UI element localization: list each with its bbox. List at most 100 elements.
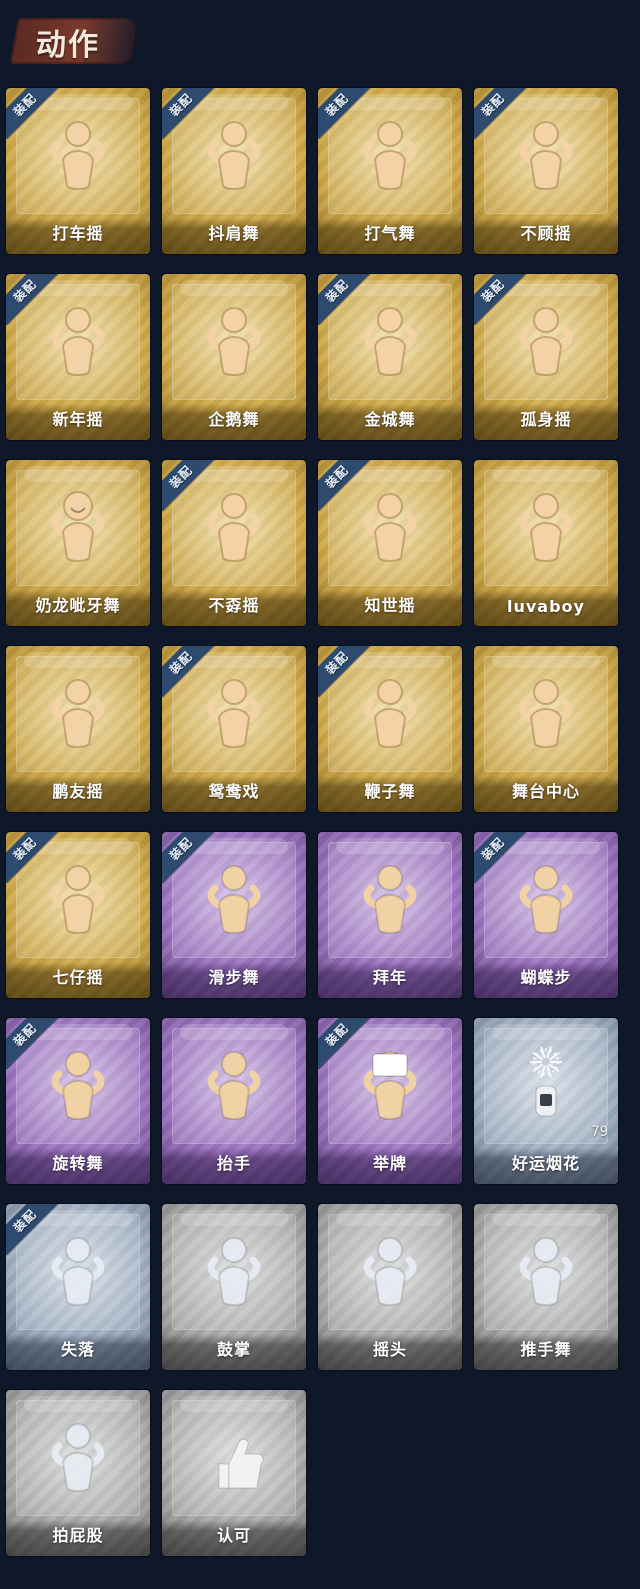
- emote-icon-wrap: [199, 116, 269, 194]
- emote-icon-wrap: [43, 1418, 113, 1496]
- emote-name: 知世摇: [364, 596, 416, 615]
- pose-dance-icon: [363, 493, 417, 562]
- emote-card[interactable]: 鸳鸯戏 装配: [162, 646, 306, 812]
- emote-card[interactable]: 蝴蝶步 装配: [474, 832, 618, 998]
- emote-name: 举牌: [372, 1154, 407, 1173]
- emote-name: 好运烟花: [511, 1154, 580, 1173]
- kneel-icon: [51, 1237, 105, 1306]
- emote-icon-wrap: [511, 860, 581, 938]
- emote-name: 奶龙呲牙舞: [35, 596, 121, 615]
- emote-name: 不孬摇: [208, 596, 260, 615]
- emote-card[interactable]: luvaboy: [474, 460, 618, 626]
- emote-card[interactable]: 企鹅舞: [162, 274, 306, 440]
- pose-dance-icon: [51, 121, 105, 190]
- emote-name: 认可: [216, 1526, 251, 1545]
- emote-name: 拜年: [372, 968, 407, 987]
- emote-icon-wrap: [355, 302, 425, 380]
- emote-card[interactable]: 金城舞 装配: [318, 274, 462, 440]
- section-header: 动作: [6, 6, 139, 72]
- emote-card[interactable]: 舞台中心: [474, 646, 618, 812]
- emote-icon-wrap: [511, 1232, 581, 1310]
- emote-name: 金城舞: [364, 410, 416, 429]
- pose-dance-icon: [207, 493, 261, 562]
- pose-dance-icon: [519, 121, 573, 190]
- emote-icon-wrap: [43, 1046, 113, 1124]
- emote-card[interactable]: 不顾摇 装配: [474, 88, 618, 254]
- emote-card[interactable]: 滑步舞 装配: [162, 832, 306, 998]
- emote-icon-wrap: [43, 488, 113, 566]
- emote-name: 七仔摇: [52, 968, 104, 987]
- emote-name: 不顾摇: [520, 224, 572, 243]
- butt-slap-icon: [51, 1423, 105, 1492]
- pose-dance-icon: [519, 679, 573, 748]
- emote-name: 鹏友摇: [52, 782, 104, 801]
- emote-card[interactable]: 拍屁股: [6, 1390, 150, 1556]
- emote-card[interactable]: 拜年: [318, 832, 462, 998]
- emote-card[interactable]: 鼓掌: [162, 1204, 306, 1370]
- emote-name: 新年摇: [52, 410, 104, 429]
- pose-dance-icon: [363, 679, 417, 748]
- emote-icon-wrap: [199, 1046, 269, 1124]
- emote-card[interactable]: 旋转舞 装配: [6, 1018, 150, 1184]
- emote-name: 蝴蝶步: [520, 968, 572, 987]
- emote-icon-wrap: [355, 674, 425, 752]
- emote-icon-wrap: [43, 860, 113, 938]
- emote-name: 打车摇: [52, 224, 104, 243]
- emote-card[interactable]: 抬手: [162, 1018, 306, 1184]
- emote-card[interactable]: 七仔摇 装配: [6, 832, 150, 998]
- emote-card[interactable]: 失落 装配: [6, 1204, 150, 1370]
- emote-card[interactable]: 好运烟花 79: [474, 1018, 618, 1184]
- emote-icon-wrap: [511, 1046, 581, 1124]
- emote-name: 抖肩舞: [208, 224, 260, 243]
- emote-name: 滑步舞: [208, 968, 260, 987]
- emote-card[interactable]: 认可: [162, 1390, 306, 1556]
- emote-name: 打气舞: [364, 224, 416, 243]
- emote-icon-wrap: [199, 674, 269, 752]
- emote-name: 舞台中心: [511, 782, 580, 801]
- emote-screen: 动作 打车摇 装配 抖肩舞 装配 打气舞 装配 不顾摇 装配新年摇 装配企鹅舞 金城舞 装配 孤身摇装…: [0, 0, 640, 1589]
- pose-dance-icon: [51, 679, 105, 748]
- emote-icon-wrap: [511, 116, 581, 194]
- emote-icon-wrap: [355, 1232, 425, 1310]
- pose-dance-icon: [519, 307, 573, 376]
- emote-card[interactable]: 打气舞 装配: [318, 88, 462, 254]
- spin-dance-icon: [51, 1051, 105, 1120]
- item-count: 79: [591, 1124, 608, 1140]
- emote-card[interactable]: 鞭子舞 装配: [318, 646, 462, 812]
- emote-name: 鞭子舞: [364, 782, 416, 801]
- emote-card[interactable]: 摇头: [318, 1204, 462, 1370]
- emote-icon-wrap: [511, 302, 581, 380]
- emote-icon-wrap: [355, 116, 425, 194]
- emote-icon-wrap: [43, 674, 113, 752]
- grin-dance-icon: [51, 491, 105, 562]
- shake-head-icon: [363, 1237, 417, 1306]
- clap-icon: [207, 1237, 261, 1306]
- emote-name: 鸳鸯戏: [208, 782, 260, 801]
- emote-card[interactable]: 新年摇 装配: [6, 274, 150, 440]
- emote-icon-wrap: [199, 860, 269, 938]
- emote-card[interactable]: 鹏友摇: [6, 646, 150, 812]
- emote-card[interactable]: 打车摇 装配: [6, 88, 150, 254]
- emote-card[interactable]: 知世摇 装配: [318, 460, 462, 626]
- pose-dance-icon: [519, 865, 573, 934]
- pose-dance-icon: [207, 307, 261, 376]
- emote-icon-wrap: [199, 302, 269, 380]
- emote-icon-wrap: [511, 488, 581, 566]
- emote-name: 孤身摇: [520, 410, 572, 429]
- emote-icon-wrap: [43, 1232, 113, 1310]
- emote-card[interactable]: 推手舞: [474, 1204, 618, 1370]
- emote-name: 企鹅舞: [208, 410, 260, 429]
- section-title: 动作: [36, 28, 100, 63]
- pose-greet-icon: [363, 865, 417, 934]
- emote-card[interactable]: 奶龙呲牙舞: [6, 460, 150, 626]
- push-dance-icon: [519, 1237, 573, 1306]
- emote-icon-wrap: [43, 116, 113, 194]
- emote-card[interactable]: 不孬摇 装配: [162, 460, 306, 626]
- sign-hold-icon: [363, 1051, 417, 1120]
- emote-card[interactable]: 举牌 装配: [318, 1018, 462, 1184]
- emote-name: 抬手: [216, 1154, 251, 1173]
- emote-card[interactable]: 孤身摇 装配: [474, 274, 618, 440]
- emote-icon-wrap: [355, 1046, 425, 1124]
- emote-card[interactable]: 抖肩舞 装配: [162, 88, 306, 254]
- emote-name: luvaboy: [507, 597, 585, 616]
